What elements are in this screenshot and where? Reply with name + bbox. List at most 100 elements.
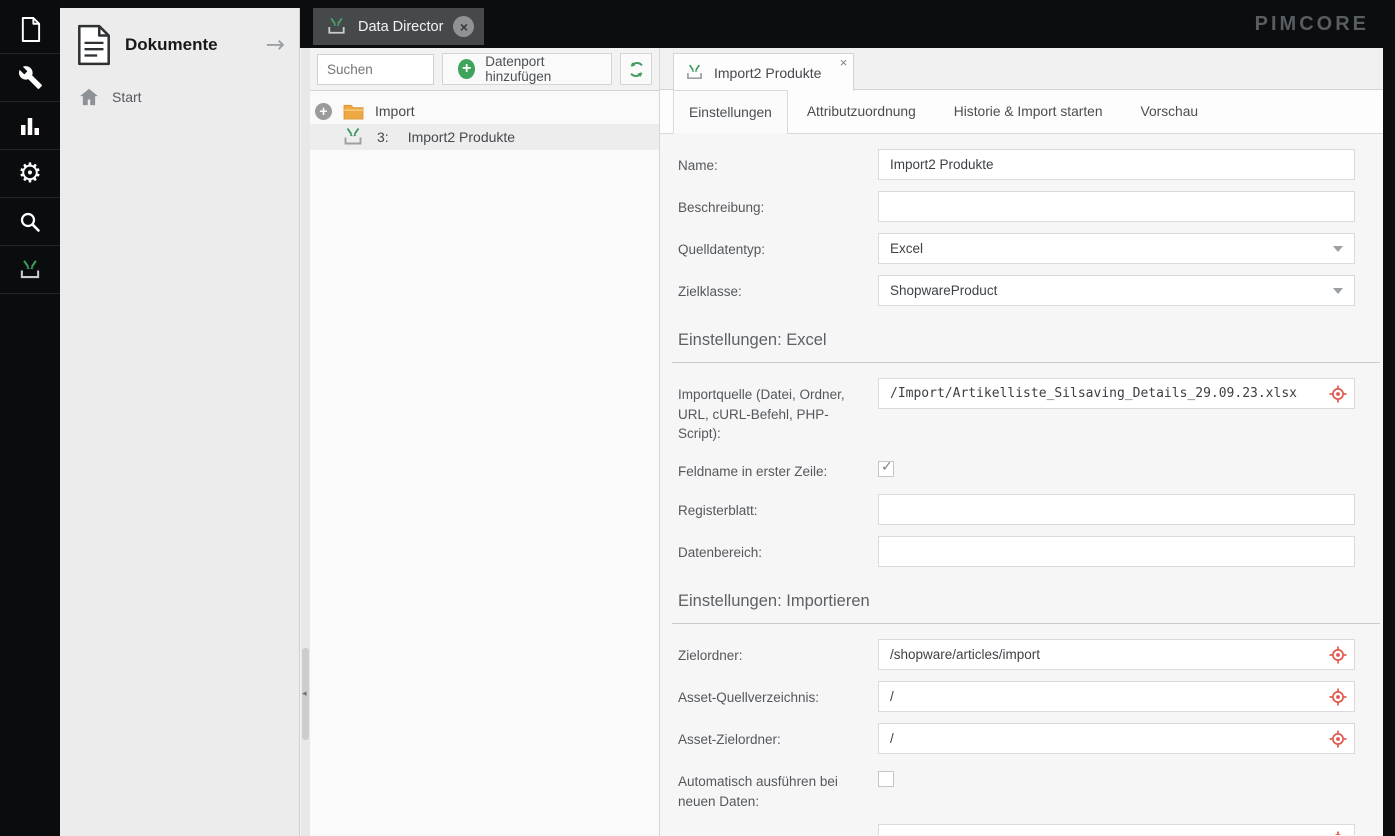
- editor-tabstrip: Import2 Produkte ×: [660, 48, 1383, 91]
- form-row-quelldatentyp: Quelldatentyp:: [672, 233, 1383, 264]
- form-row-feldname-erste-zeile: Feldname in erster Zeile: ✓: [672, 455, 1383, 482]
- field-label: Asset-Quellverzeichnis:: [678, 690, 820, 706]
- home-icon: [79, 88, 99, 106]
- tree-node-dataport[interactable]: 3: Import2 Produkte: [310, 124, 659, 150]
- field-label: Quelldatentyp:: [678, 242, 766, 257]
- dataport-name: Import2 Produkte: [407, 129, 516, 145]
- document-icon: [19, 16, 42, 43]
- field-label: Archivierungsordner:: [672, 824, 878, 835]
- tab-label: Import2 Produkte: [714, 64, 822, 81]
- target-locate-icon[interactable]: [1329, 385, 1347, 403]
- asset-zielordner-field[interactable]: [878, 723, 1355, 755]
- document-tree-item-label: Start: [112, 89, 142, 105]
- sidebar-item-search[interactable]: [0, 198, 60, 246]
- check-icon: ✓: [881, 458, 893, 475]
- name-field[interactable]: [878, 149, 1355, 180]
- sidebar-item-tools[interactable]: [0, 54, 60, 102]
- target-locate-icon[interactable]: [1329, 646, 1347, 664]
- section-importieren: Einstellungen: Importieren: [672, 592, 1380, 625]
- folder-icon: [343, 103, 364, 120]
- field-label: Registerblatt:: [678, 503, 758, 519]
- tab-data-director[interactable]: Data Director ×: [313, 8, 485, 45]
- data-director-icon: [17, 257, 43, 283]
- search-input[interactable]: [317, 53, 434, 85]
- form-row-importquelle: Importquelle (Datei, Ordner, URL, cURL-B…: [672, 378, 1383, 444]
- add-dataport-button-label: Datenport hinzufügen: [485, 54, 552, 84]
- importquelle-field[interactable]: [878, 378, 1355, 409]
- subtab-attributzuordnung[interactable]: Attributzuordnung: [788, 90, 935, 133]
- datenbereich-field[interactable]: [878, 536, 1355, 568]
- tree-node-label: Import: [375, 103, 415, 119]
- asset-quellverzeichnis-field[interactable]: [878, 681, 1355, 713]
- form-row-automatisch-ausfuehren: Automatisch ausführen bei neuen Daten:: [672, 765, 1383, 811]
- sidebar-item-data-director[interactable]: [0, 246, 60, 294]
- editor-panel: Import2 Produkte × Einstellungen Attribu…: [660, 48, 1383, 836]
- documents-panel-title: Dokumente: [125, 35, 218, 54]
- section-title: Einstellungen: Importieren: [678, 592, 870, 611]
- field-label: Feldname in erster Zeile:: [678, 463, 828, 479]
- feldname-checkbox[interactable]: ✓: [878, 458, 894, 477]
- wrench-icon: [18, 65, 43, 90]
- form-row-zielklasse: Zielklasse:: [672, 275, 1383, 306]
- top-bar: Data Director × PIMCORE: [300, 0, 1395, 48]
- collapse-left-icon: ◂: [302, 689, 307, 699]
- zielordner-field[interactable]: [878, 639, 1355, 671]
- archivierungsordner-field[interactable]: [878, 824, 1355, 835]
- panel-splitter[interactable]: ◂: [300, 8, 310, 836]
- form-row-registerblatt: Registerblatt:: [672, 494, 1383, 526]
- subtab-vorschau[interactable]: Vorschau: [1122, 90, 1218, 133]
- data-director-icon: [325, 15, 348, 38]
- add-dataport-button[interactable]: + Datenport hinzufügen: [442, 53, 613, 85]
- tab-import2-produkte[interactable]: Import2 Produkte ×: [673, 53, 855, 91]
- subtab-historie-import-starten[interactable]: Historie & Import starten: [935, 90, 1122, 133]
- search-icon: [18, 210, 42, 234]
- form-row-archivierungsordner: Archivierungsordner:: [672, 824, 1383, 835]
- settings-form: Name: Beschreibung: Quelldatentyp: Zielk…: [660, 134, 1383, 835]
- field-label: Zielordner:: [678, 648, 743, 664]
- quelldatentyp-select[interactable]: [878, 233, 1355, 264]
- form-row-asset-quellverzeichnis: Asset-Quellverzeichnis:: [672, 681, 1383, 713]
- form-row-asset-zielordner: Asset-Zielordner:: [672, 723, 1383, 755]
- target-locate-icon[interactable]: [1329, 688, 1347, 706]
- target-locate-icon[interactable]: [1329, 831, 1347, 835]
- documents-panel: Dokumente → Start: [60, 8, 300, 836]
- expand-icon[interactable]: +: [315, 102, 332, 120]
- splitter-grip[interactable]: ◂: [302, 648, 309, 740]
- zielklasse-select[interactable]: [878, 275, 1355, 306]
- field-label: Asset-Zielordner:: [678, 732, 781, 748]
- arrow-right-icon[interactable]: →: [266, 33, 285, 57]
- sidebar-item-documents[interactable]: [0, 6, 60, 54]
- form-row-zielordner: Zielordner:: [672, 639, 1383, 671]
- field-label: Importquelle (Datei, Ordner, URL, cURL-B…: [678, 387, 845, 442]
- subtab-einstellungen[interactable]: Einstellungen: [673, 90, 788, 134]
- refresh-button[interactable]: [620, 53, 652, 85]
- form-row-datenbereich: Datenbereich:: [672, 536, 1383, 568]
- close-icon[interactable]: ×: [840, 55, 848, 70]
- data-director-icon: [684, 62, 705, 83]
- field-label: Datenbereich:: [678, 545, 763, 561]
- dataport-id: 3:: [377, 129, 389, 145]
- beschreibung-field[interactable]: [878, 191, 1355, 222]
- close-icon[interactable]: ×: [453, 16, 475, 37]
- documents-panel-icon: [76, 24, 112, 66]
- main-nav-sidebar: ⚙: [0, 0, 60, 836]
- tree-node-import-folder[interactable]: + Import: [310, 98, 659, 124]
- refresh-icon: [626, 59, 647, 80]
- field-label: Zielklasse:: [678, 284, 742, 299]
- document-tree-item-start[interactable]: Start: [60, 78, 299, 116]
- data-director-toolbar: + Datenport hinzufügen: [310, 48, 659, 91]
- field-label: Automatisch ausführen bei neuen Daten:: [678, 774, 838, 809]
- pimcore-logo: PIMCORE: [1254, 13, 1369, 35]
- gear-icon: ⚙: [17, 158, 43, 189]
- target-locate-icon[interactable]: [1329, 730, 1347, 748]
- form-row-name: Name:: [672, 149, 1383, 180]
- tab-data-director-label: Data Director: [358, 18, 444, 35]
- dataport-tree: + Import 3: Import2 Produkte: [310, 91, 659, 150]
- section-title: Einstellungen: Excel: [678, 331, 827, 349]
- automatisch-ausfuehren-checkbox[interactable]: [878, 771, 894, 788]
- sidebar-item-settings[interactable]: ⚙: [0, 150, 60, 198]
- data-director-panel: + Datenport hinzufügen + Import: [310, 48, 660, 836]
- registerblatt-field[interactable]: [878, 494, 1355, 526]
- field-label: Name:: [678, 158, 718, 173]
- sidebar-item-reports[interactable]: [0, 102, 60, 150]
